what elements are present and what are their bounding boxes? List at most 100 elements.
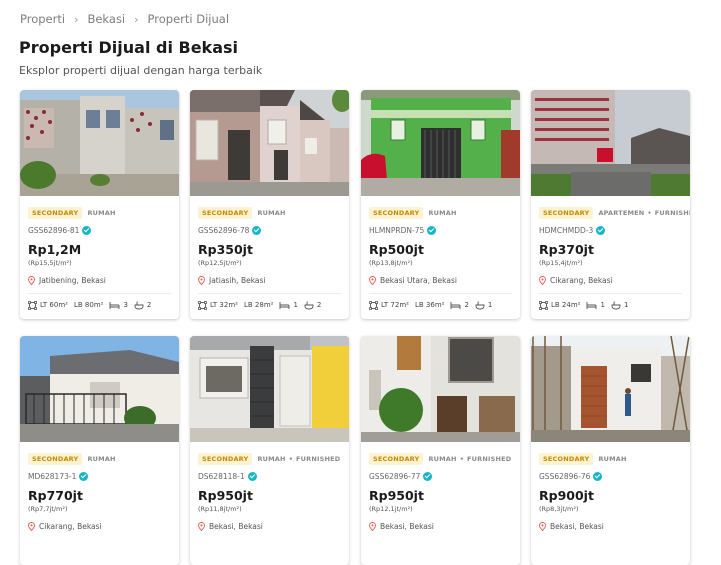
bedroom-count: 3 bbox=[123, 301, 128, 309]
verified-icon bbox=[82, 225, 92, 235]
listing-furnishing: FURNISHED bbox=[296, 455, 341, 463]
listing-code: GSS62896-76 bbox=[539, 471, 591, 481]
listing-location: Jatiasih, Bekasi bbox=[209, 275, 266, 285]
bed-icon bbox=[451, 301, 461, 309]
listing-price-per-m2: (Rp15,5jt/m²) bbox=[28, 259, 72, 267]
listing-location: Bekasi, Bekasi bbox=[550, 521, 604, 531]
listing-type: RUMAH bbox=[428, 209, 457, 217]
listing-location: Bekasi Utara, Bekasi bbox=[380, 275, 457, 285]
listing-badge: SECONDARY bbox=[28, 453, 83, 465]
land-area: LT 32m² bbox=[210, 301, 238, 309]
verified-icon bbox=[247, 471, 257, 481]
listing-card[interactable]: SECONDARY RUMAH GSS62896-76 Rp900jt (Rp8,… bbox=[531, 336, 690, 565]
listing-type: RUMAH bbox=[87, 455, 116, 463]
listing-photo[interactable] bbox=[531, 336, 690, 442]
listing-price-per-m2: (Rp12,1jt/m²) bbox=[369, 505, 413, 513]
divider bbox=[28, 293, 171, 294]
listing-badge: SECONDARY bbox=[28, 207, 83, 219]
listing-price-per-m2: (Rp8,3jt/m²) bbox=[539, 505, 579, 513]
bed-icon bbox=[280, 301, 290, 309]
verified-icon bbox=[423, 471, 433, 481]
listing-badge: SECONDARY bbox=[539, 453, 594, 465]
listing-photo[interactable] bbox=[361, 90, 520, 196]
listing-price: Rp900jt bbox=[539, 488, 594, 503]
listing-photo[interactable] bbox=[20, 90, 179, 196]
listing-photo[interactable] bbox=[361, 336, 520, 442]
bathroom-count: 1 bbox=[623, 301, 629, 309]
bathroom-count: 2 bbox=[146, 301, 152, 309]
listing-location: Cikarang, Bekasi bbox=[550, 275, 613, 285]
bath-icon bbox=[475, 300, 485, 309]
location-pin-icon bbox=[369, 521, 376, 531]
bath-icon bbox=[304, 300, 314, 309]
bathroom-count: 2 bbox=[316, 301, 322, 309]
listing-furnishing: FURNISHED bbox=[654, 209, 690, 217]
listing-photo[interactable] bbox=[190, 90, 349, 196]
bath-icon bbox=[134, 300, 144, 309]
listing-price: Rp500jt bbox=[369, 242, 424, 257]
listing-code: GSS62896-78 bbox=[198, 225, 250, 235]
verified-icon bbox=[593, 471, 603, 481]
listing-location: Cikarang, Bekasi bbox=[39, 521, 102, 531]
bed-icon bbox=[587, 301, 597, 309]
chevron-right-icon: › bbox=[74, 12, 79, 26]
page-subtitle: Eksplor properti dijual dengan harga ter… bbox=[19, 64, 263, 77]
verified-icon bbox=[596, 225, 606, 235]
location-pin-icon bbox=[198, 275, 205, 285]
listing-badge: SECONDARY bbox=[369, 453, 424, 465]
divider bbox=[539, 293, 682, 294]
listing-badge: SECONDARY bbox=[198, 453, 253, 465]
building-area: LB 36m² bbox=[414, 301, 445, 309]
listing-photo[interactable] bbox=[531, 90, 690, 196]
listing-type: RUMAH bbox=[257, 209, 286, 217]
listing-price-per-m2: (Rp13,8jt/m²) bbox=[369, 259, 413, 267]
listing-price: Rp770jt bbox=[28, 488, 83, 503]
listing-photo[interactable] bbox=[20, 336, 179, 442]
listing-location: Bekasi, Bekasi bbox=[209, 521, 263, 531]
listing-code: GSS62896-81 bbox=[28, 225, 80, 235]
listing-code: GSS62896-77 bbox=[369, 471, 421, 481]
land-area-icon bbox=[28, 300, 37, 310]
location-pin-icon bbox=[369, 275, 376, 285]
breadcrumb-properti[interactable]: Properti bbox=[20, 12, 65, 26]
land-area: LT 60m² bbox=[40, 301, 68, 309]
listing-type: RUMAH bbox=[598, 455, 627, 463]
divider bbox=[198, 293, 341, 294]
location-pin-icon bbox=[198, 521, 205, 531]
listing-type: RUMAH bbox=[257, 455, 286, 463]
listing-badge: SECONDARY bbox=[198, 207, 253, 219]
listing-card[interactable]: SECONDARY RUMAH HLMNPRDN-75 Rp500jt (Rp13… bbox=[361, 90, 520, 319]
listing-location: Bekasi, Bekasi bbox=[380, 521, 434, 531]
listing-code: HLMNPRDN-75 bbox=[369, 225, 425, 235]
listing-card[interactable]: SECONDARY RUMAH GSS62896-78 Rp350jt (Rp12… bbox=[190, 90, 349, 319]
listing-price: Rp370jt bbox=[539, 242, 594, 257]
breadcrumb-properti-dijual[interactable]: Properti Dijual bbox=[148, 12, 229, 26]
listing-photo[interactable] bbox=[190, 336, 349, 442]
listing-price-per-m2: (Rp12,5jt/m²) bbox=[198, 259, 242, 267]
listing-price: Rp950jt bbox=[369, 488, 424, 503]
listing-code: MD628173-1 bbox=[28, 471, 77, 481]
verified-icon bbox=[252, 225, 262, 235]
listing-card[interactable]: SECONDARY RUMAH GSS62896-81 Rp1,2M (Rp15,… bbox=[20, 90, 179, 319]
listing-type: RUMAH bbox=[428, 455, 457, 463]
listing-card[interactable]: SECONDARY RUMAH • FURNISHED GSS62896-77 Rp9… bbox=[361, 336, 520, 565]
land-area-icon bbox=[198, 300, 207, 310]
listing-furnishing: FURNISHED bbox=[467, 455, 512, 463]
listing-badge: SECONDARY bbox=[369, 207, 424, 219]
location-pin-icon bbox=[28, 521, 35, 531]
listing-code: HDMCHMDD-3 bbox=[539, 225, 594, 235]
listing-code: DS628118-1 bbox=[198, 471, 245, 481]
location-pin-icon bbox=[28, 275, 35, 285]
bath-icon bbox=[611, 300, 621, 309]
bed-icon bbox=[110, 301, 120, 309]
listing-card[interactable]: SECONDARY RUMAH MD628173-1 Rp770jt (Rp7,7… bbox=[20, 336, 179, 565]
verified-icon bbox=[427, 225, 437, 235]
breadcrumb: Properti › Bekasi › Properti Dijual bbox=[20, 11, 229, 27]
listing-card[interactable]: SECONDARY RUMAH • FURNISHED DS628118-1 Rp95… bbox=[190, 336, 349, 565]
breadcrumb-bekasi[interactable]: Bekasi bbox=[87, 12, 125, 26]
verified-icon bbox=[79, 471, 89, 481]
listing-card[interactable]: SECONDARYAPARTEMEN•FURNISHED HDMCHMDD-3 … bbox=[531, 90, 690, 319]
land-area-icon bbox=[539, 300, 548, 310]
listing-price-per-m2: (Rp11,8jt/m²) bbox=[198, 505, 242, 513]
listing-type: RUMAH bbox=[87, 209, 116, 217]
